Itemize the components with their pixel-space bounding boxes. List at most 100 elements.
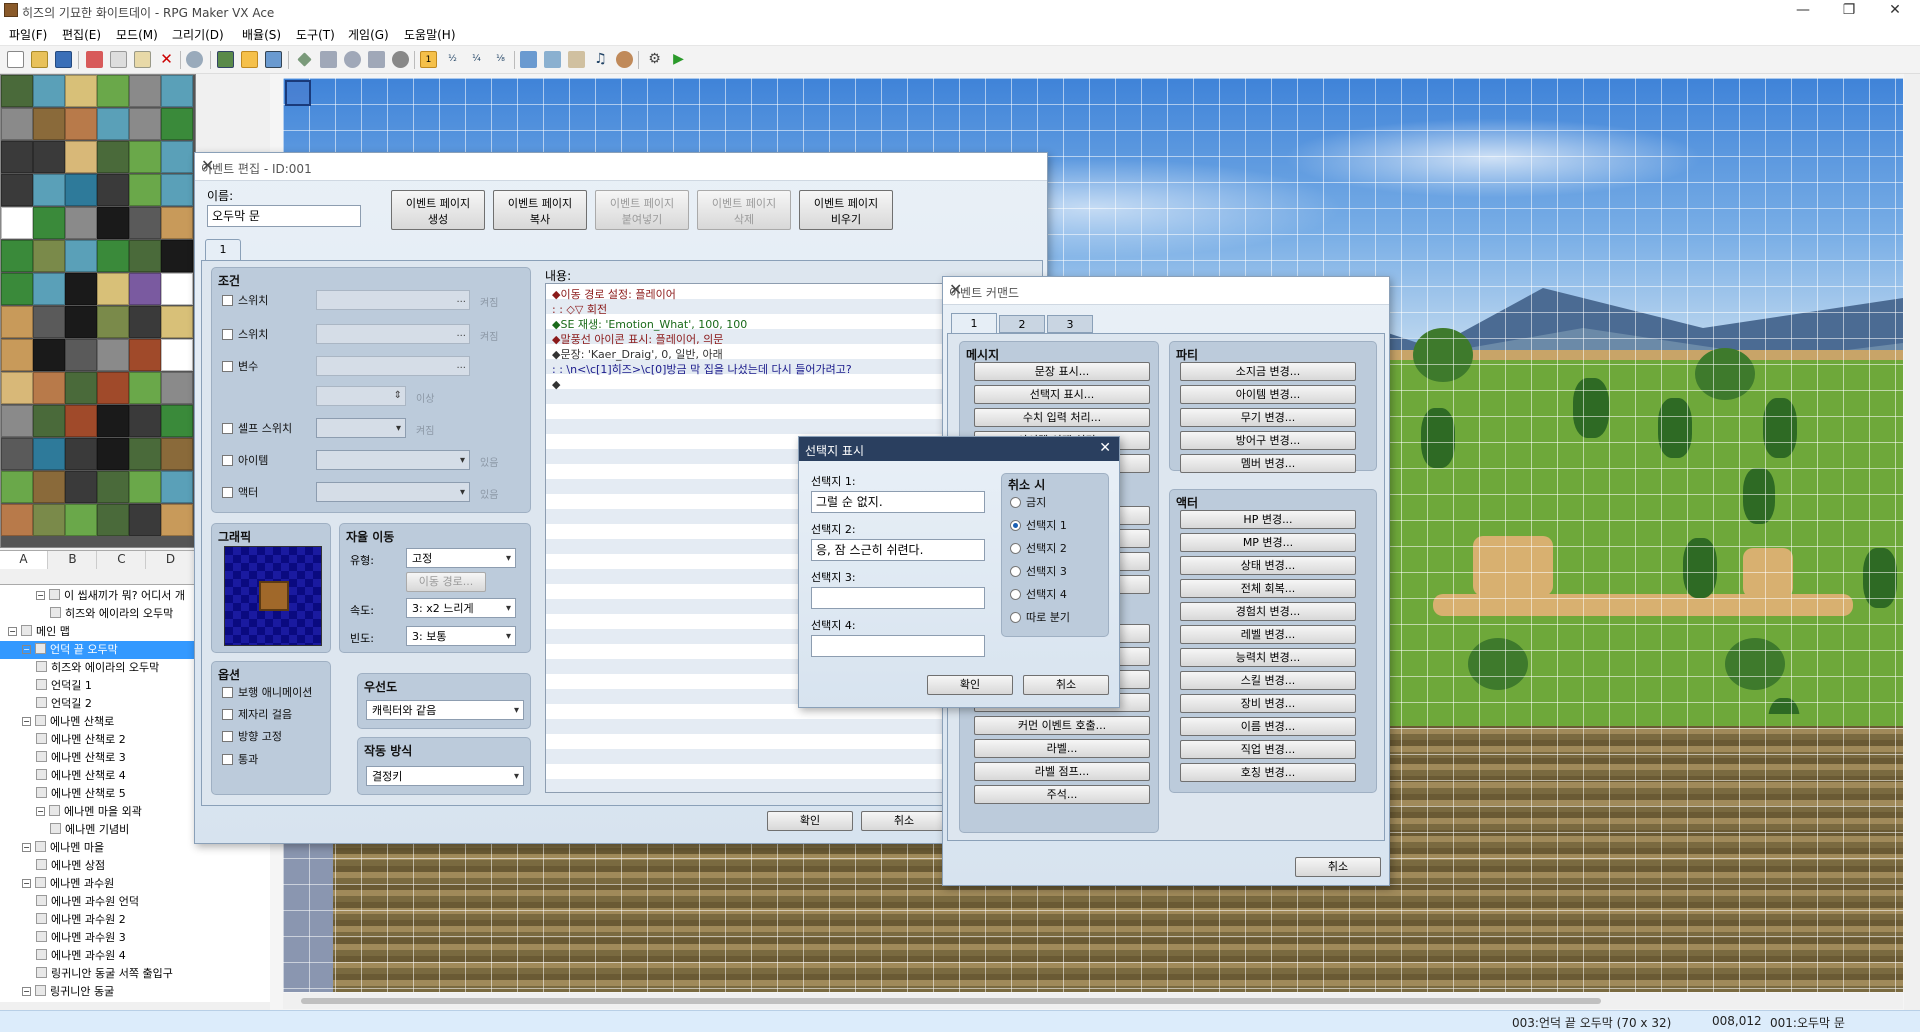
tile[interactable] (33, 75, 65, 107)
open-icon[interactable] (31, 51, 48, 68)
close-icon[interactable]: ✕ (1872, 0, 1918, 22)
choice-4-input[interactable] (811, 635, 985, 657)
variable-value-spinner[interactable]: ⇕ (316, 386, 406, 406)
command-line[interactable]: ◆이동 경로 설정: 플레이어 (552, 287, 676, 302)
menu-draw[interactable]: 그리기(D) (172, 26, 224, 43)
collapse-icon[interactable]: − (22, 717, 31, 726)
tile[interactable] (161, 207, 193, 239)
new-page-button[interactable]: 이벤트 페이지 생성 (391, 190, 485, 230)
actor-command-button[interactable]: 레벨 변경... (1180, 625, 1356, 644)
collapse-icon[interactable]: − (22, 879, 31, 888)
choice-2-input[interactable]: 응, 잠 스근히 쉬련다. (811, 539, 985, 561)
map-tree-item[interactable]: − 에나멘 마을 외곽 (36, 803, 142, 821)
map-tree-item[interactable]: 에나멘 기념비 (50, 821, 129, 839)
tab-page-1[interactable]: 1 (205, 239, 241, 261)
direction-fix-checkbox[interactable]: 방향 고정 (222, 730, 282, 744)
tile[interactable] (33, 207, 65, 239)
tile[interactable] (97, 306, 129, 338)
switch2-field[interactable]: ... (316, 324, 470, 344)
tile[interactable] (33, 174, 65, 206)
tile[interactable] (129, 108, 161, 140)
close-icon[interactable]: ✕ (201, 156, 1039, 175)
tile[interactable] (33, 504, 65, 536)
tile[interactable] (65, 504, 97, 536)
minimize-icon[interactable]: — (1780, 0, 1826, 22)
tile[interactable] (161, 405, 193, 437)
cancel-choice-3-radio[interactable]: 선택지 3 (1010, 565, 1067, 579)
tile[interactable] (1, 75, 33, 107)
collapse-icon[interactable]: − (22, 645, 31, 654)
actor-command-button[interactable]: 전체 회복... (1180, 579, 1356, 598)
tile[interactable] (97, 108, 129, 140)
database-icon[interactable] (520, 51, 537, 68)
tile[interactable] (161, 372, 193, 404)
actor-command-button[interactable]: 능력치 변경... (1180, 648, 1356, 667)
actor-command-button[interactable]: 경험치 변경... (1180, 602, 1356, 621)
delete-page-button[interactable]: 이벤트 페이지 삭제 (697, 190, 791, 230)
input-number-button[interactable]: 수치 입력 처리... (974, 408, 1150, 427)
tab-a[interactable]: A (0, 551, 48, 569)
tile[interactable] (161, 471, 193, 503)
map-tree-item[interactable]: 에나멘 과수원 4 (36, 947, 126, 965)
tile[interactable] (1, 504, 33, 536)
choice-1-input[interactable]: 그럴 순 없지. (811, 491, 985, 513)
tile[interactable] (129, 339, 161, 371)
map-tree-item[interactable]: 에나멘 산책로 4 (36, 767, 126, 785)
tileset-palette[interactable] (0, 74, 196, 548)
resource-manager-icon[interactable] (544, 51, 561, 68)
map-vertical-scrollbar[interactable] (1904, 74, 1920, 1010)
delete-icon[interactable]: ✕ (158, 51, 175, 68)
tile[interactable] (1, 372, 33, 404)
maximize-icon[interactable]: ❐ (1826, 0, 1872, 22)
clear-page-button[interactable]: 이벤트 페이지 비우기 (799, 190, 893, 230)
ok-button[interactable]: 확인 (927, 675, 1013, 695)
tab-commands-2[interactable]: 2 (999, 315, 1045, 333)
tile[interactable] (97, 273, 129, 305)
tile[interactable] (97, 438, 129, 470)
common-event-button[interactable]: 커먼 이벤트 호출... (974, 716, 1150, 735)
tile[interactable] (33, 471, 65, 503)
copy-page-button[interactable]: 이벤트 페이지 복사 (493, 190, 587, 230)
tile[interactable] (65, 405, 97, 437)
tile[interactable] (97, 372, 129, 404)
tab-commands-3[interactable]: 3 (1047, 315, 1093, 333)
event-mode-icon[interactable] (241, 51, 258, 68)
tile[interactable] (33, 372, 65, 404)
switch1-checkbox[interactable]: 스위치 (222, 294, 268, 308)
tile[interactable] (65, 471, 97, 503)
map-tree-item[interactable]: 언덕길 2 (36, 695, 92, 713)
close-icon[interactable]: ✕ (1099, 440, 1111, 456)
script-editor-icon[interactable] (568, 51, 585, 68)
close-icon[interactable]: ✕ (949, 280, 1381, 299)
move-frequency-select[interactable]: 3: 보통 (406, 626, 516, 647)
tile[interactable] (161, 108, 193, 140)
tile[interactable] (161, 240, 193, 272)
map-tree-item[interactable]: − 언덕 끝 오두막 (0, 641, 196, 659)
map-tree-item[interactable]: 언덕길 1 (36, 677, 92, 695)
command-line[interactable]: ◆SE 재생: 'Emotion_What', 100, 100 (552, 317, 747, 332)
tile[interactable] (1, 108, 33, 140)
tile[interactable] (1, 174, 33, 206)
tile[interactable] (33, 240, 65, 272)
tile[interactable] (129, 141, 161, 173)
tile[interactable] (33, 339, 65, 371)
tile[interactable] (129, 438, 161, 470)
tile[interactable] (129, 273, 161, 305)
tile[interactable] (129, 405, 161, 437)
cut-icon[interactable] (86, 51, 103, 68)
map-tree-item[interactable]: 에나멘 산책로 2 (36, 731, 126, 749)
map-tree-item[interactable]: − 이 씹새끼가 뭐? 어디서 개 (36, 587, 185, 605)
variable-checkbox[interactable]: 변수 (222, 360, 258, 374)
tile[interactable] (65, 141, 97, 173)
actor-command-button[interactable]: HP 변경... (1180, 510, 1356, 529)
tile[interactable] (161, 75, 193, 107)
change-items-button[interactable]: 아이템 변경... (1180, 385, 1356, 404)
through-checkbox[interactable]: 통과 (222, 753, 258, 767)
tile[interactable] (65, 174, 97, 206)
tile[interactable] (33, 306, 65, 338)
tile[interactable] (1, 438, 33, 470)
menu-edit[interactable]: 편집(E) (62, 26, 101, 43)
copy-icon[interactable] (110, 51, 127, 68)
step-anim-checkbox[interactable]: 제자리 걸음 (222, 708, 292, 722)
tile[interactable] (1, 405, 33, 437)
